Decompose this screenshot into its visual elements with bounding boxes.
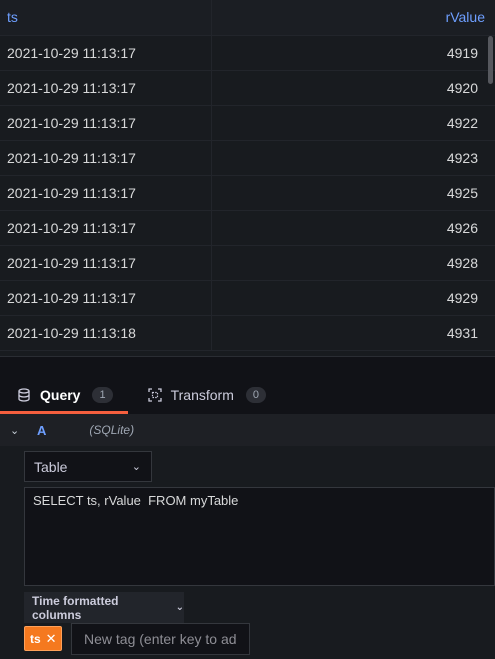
cell-rvalue: 4926 bbox=[446, 220, 478, 236]
tab-transform[interactable]: Transform 0 bbox=[128, 378, 281, 412]
transform-count-badge: 0 bbox=[245, 387, 266, 403]
cell-ts: 2021-10-29 11:13:17 bbox=[0, 36, 212, 70]
cell-ts: 2021-10-29 11:13:17 bbox=[0, 106, 212, 140]
query-row-header[interactable]: ⌄ A (SQLite) bbox=[0, 414, 495, 446]
column-header-rvalue[interactable]: rValue bbox=[212, 0, 495, 35]
table-scrollbar[interactable] bbox=[488, 36, 493, 84]
chevron-down-icon: ⌄ bbox=[131, 461, 141, 473]
chevron-down-icon[interactable]: ⌄ bbox=[10, 424, 22, 437]
cell-ts: 2021-10-29 11:13:17 bbox=[0, 246, 212, 280]
cell-ts: 2021-10-29 11:13:17 bbox=[0, 176, 212, 210]
transform-icon bbox=[147, 388, 162, 402]
results-table: ts rValue 2021-10-29 11:13:17 4919 2021-… bbox=[0, 0, 495, 357]
cell-rvalue: 4922 bbox=[446, 115, 478, 131]
table-row: 2021-10-29 11:13:17 4928 bbox=[0, 246, 495, 281]
table-header: ts rValue bbox=[0, 0, 495, 36]
datasource-name: (SQLite) bbox=[89, 423, 135, 437]
table-row: 2021-10-29 11:13:17 4929 bbox=[0, 281, 495, 316]
query-editor: Table ⌄ SELECT ts, rValue FROM myTable T… bbox=[0, 446, 495, 659]
cell-rvalue: 4925 bbox=[446, 185, 478, 201]
cell-rvalue: 4920 bbox=[446, 80, 478, 96]
tab-transform-label: Transform bbox=[170, 387, 234, 403]
table-row: 2021-10-29 11:13:17 4920 bbox=[0, 71, 495, 106]
format-select[interactable]: Table ⌄ bbox=[24, 451, 152, 482]
chevron-down-icon: ⌄ bbox=[175, 602, 184, 613]
tag-ts: ts ✕ bbox=[24, 626, 62, 651]
cell-ts: 2021-10-29 11:13:18 bbox=[0, 316, 212, 350]
database-icon bbox=[17, 387, 31, 402]
query-count-badge: 1 bbox=[92, 386, 113, 403]
editor-tabs: Query 1 Transform 0 bbox=[0, 378, 495, 414]
cell-rvalue: 4931 bbox=[446, 325, 478, 341]
cell-ts: 2021-10-29 11:13:17 bbox=[0, 71, 212, 105]
cell-rvalue: 4919 bbox=[446, 45, 478, 61]
query-ref-id[interactable]: A bbox=[37, 423, 46, 438]
table-row: 2021-10-29 11:13:17 4926 bbox=[0, 211, 495, 246]
time-formatted-columns-toggle[interactable]: Time formatted columns ⌄ bbox=[24, 592, 184, 623]
cell-rvalue: 4923 bbox=[446, 150, 478, 166]
table-row: 2021-10-29 11:13:17 4919 bbox=[0, 36, 495, 71]
cell-ts: 2021-10-29 11:13:17 bbox=[0, 141, 212, 175]
table-row: 2021-10-29 11:13:17 4925 bbox=[0, 176, 495, 211]
table-row: 2021-10-29 11:13:18 4931 bbox=[0, 316, 495, 351]
cell-rvalue: 4928 bbox=[446, 255, 478, 271]
column-header-ts[interactable]: ts bbox=[0, 0, 212, 35]
new-tag-input[interactable] bbox=[71, 623, 250, 655]
tab-query-label: Query bbox=[40, 386, 81, 403]
tag-label: ts bbox=[30, 631, 41, 646]
tab-query[interactable]: Query 1 bbox=[0, 378, 128, 414]
cell-ts: 2021-10-29 11:13:17 bbox=[0, 211, 212, 245]
time-formatted-columns-label: Time formatted columns bbox=[32, 593, 119, 622]
table-row: 2021-10-29 11:13:17 4922 bbox=[0, 106, 495, 141]
sql-editor[interactable]: SELECT ts, rValue FROM myTable bbox=[24, 487, 495, 586]
table-row: 2021-10-29 11:13:17 4923 bbox=[0, 141, 495, 176]
format-select-value: Table bbox=[34, 458, 68, 475]
cell-rvalue: 4929 bbox=[446, 290, 478, 306]
close-icon[interactable]: ✕ bbox=[46, 631, 57, 647]
cell-ts: 2021-10-29 11:13:17 bbox=[0, 281, 212, 315]
